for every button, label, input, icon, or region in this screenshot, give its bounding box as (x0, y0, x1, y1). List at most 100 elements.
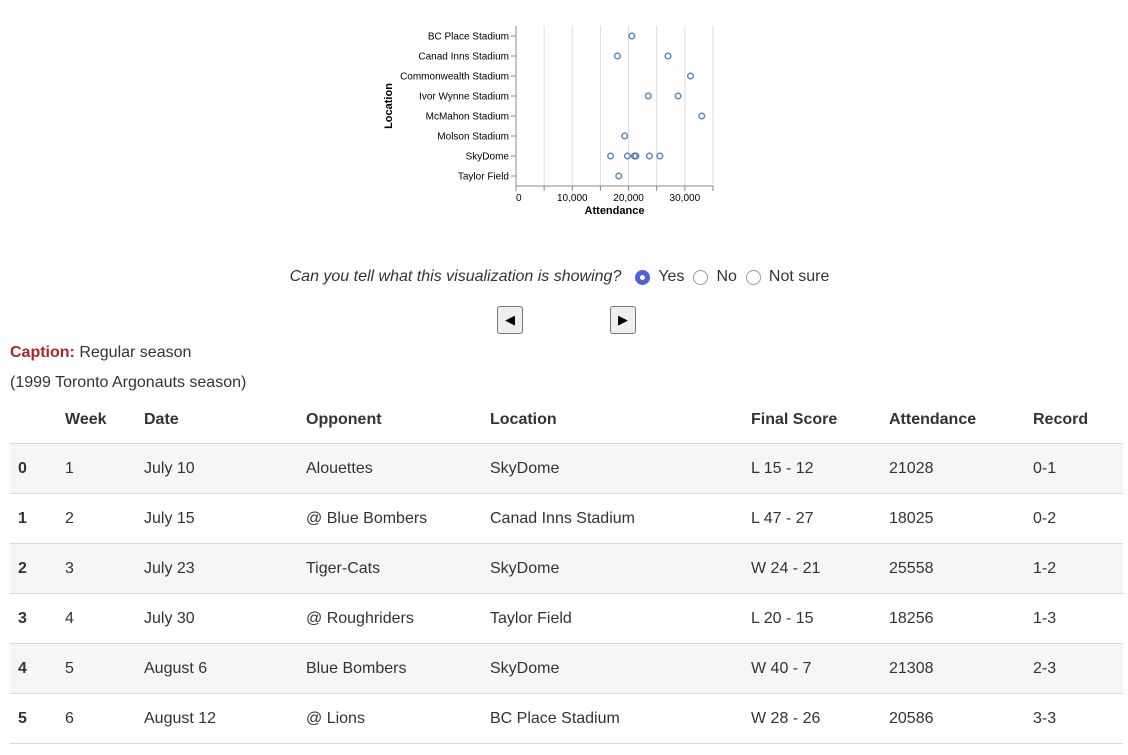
radio-option-not-sure[interactable]: Not sure (745, 268, 830, 286)
column-header-final-score: Final Score (751, 396, 889, 444)
cell-record: 0-1 (1033, 443, 1123, 494)
cell-week: 5 (65, 643, 144, 694)
radio-option-no[interactable]: No (693, 268, 737, 286)
question-row: Can you tell what this visualization is … (0, 264, 1128, 290)
chart-point (674, 92, 682, 100)
cell-final-score: L 15 - 12 (751, 443, 889, 494)
chart-point (698, 112, 706, 120)
data-table: Week Date Opponent Location Final Score … (10, 396, 1123, 744)
cell-opponent: @ Blue Bombers (306, 493, 490, 544)
table-header-row: Week Date Opponent Location Final Score … (10, 396, 1123, 444)
chart-point (656, 152, 664, 160)
cell-location: SkyDome (490, 543, 751, 594)
chart-point (664, 52, 672, 60)
radio-no-label: No (716, 268, 737, 285)
chart-y-tick-label: Commonwealth Stadium (400, 72, 509, 83)
cell-location: Canad Inns Stadium (490, 493, 751, 544)
cell-final-score: W 40 - 7 (751, 643, 889, 694)
cell-attendance: 21028 (889, 443, 1033, 494)
page: BC Place Stadium Canad Inns Stadium Common… (0, 0, 1128, 755)
chart-y-tick-label: McMahon Stadium (426, 112, 509, 123)
chart-point (621, 132, 629, 140)
cell-opponent: Blue Bombers (306, 643, 490, 694)
radio-not-sure-button[interactable] (745, 269, 761, 285)
cell-attendance: 18256 (889, 593, 1033, 644)
chart-y-tick-label: Taylor Field (458, 172, 509, 183)
column-header-opponent: Opponent (306, 396, 490, 444)
radio-option-yes[interactable]: Yes (635, 268, 684, 286)
radio-yes-label: Yes (658, 268, 685, 285)
chart-x-tick-label: 30,000 (670, 193, 701, 204)
table-row: 3 4 July 30 @ Roughriders Taylor Field L 20 -… (10, 593, 1123, 644)
cell-opponent: Tiger-Cats (306, 543, 490, 594)
cell-index: 4 (10, 643, 65, 694)
chart-point (623, 152, 632, 160)
cell-final-score: L 47 - 27 (751, 493, 889, 544)
table-row: 5 6 August 12 @ Lions BC Place Stadium W 28 -… (10, 693, 1123, 744)
table-row: 1 2 July 15 @ Blue Bombers Canad Inns Stadiu… (10, 493, 1123, 544)
chart-y-axis-title: Location (383, 83, 395, 129)
cell-index: 1 (10, 493, 65, 544)
radio-yes-button[interactable] (635, 269, 651, 285)
cell-week: 2 (65, 493, 144, 544)
question-text: Can you tell what this visualization is … (289, 268, 622, 285)
cell-week: 3 (65, 543, 144, 594)
chart-point (644, 92, 652, 100)
cell-attendance: 18025 (889, 493, 1033, 544)
column-header-attendance: Attendance (889, 396, 1033, 444)
chart-point (645, 152, 653, 160)
column-header-date: Date (144, 396, 306, 444)
chart-point (606, 152, 615, 160)
cell-week: 4 (65, 593, 144, 644)
cell-location: Taylor Field (490, 593, 751, 644)
next-button[interactable]: ▶ (610, 306, 636, 334)
cell-record: 1-3 (1033, 593, 1123, 644)
radio-no-button[interactable] (693, 269, 709, 285)
cell-date: July 30 (144, 593, 306, 644)
table-row: 4 5 August 6 Blue Bombers SkyDome W 40 - 7 213… (10, 643, 1123, 694)
cell-record: 3-3 (1033, 693, 1123, 744)
cell-location: SkyDome (490, 643, 751, 694)
chart-x-tick-label: 20,000 (613, 193, 644, 204)
column-header-location: Location (490, 396, 751, 444)
caption-subtitle: (1999 Toronto Argonauts season) (10, 374, 247, 391)
column-header-index (10, 396, 65, 444)
cell-index: 3 (10, 593, 65, 644)
caption-text: Regular season (79, 344, 192, 361)
cell-final-score: W 28 - 26 (751, 693, 889, 744)
cell-index: 0 (10, 443, 65, 494)
cell-location: BC Place Stadium (490, 693, 751, 744)
chart-x-tick-label: 10,000 (557, 193, 588, 204)
column-header-record: Record (1033, 396, 1123, 444)
chart-y-tick-label: Canad Inns Stadium (418, 52, 509, 63)
chart-point (628, 32, 636, 40)
cell-date: August 6 (144, 643, 306, 694)
chart-point (613, 52, 622, 60)
caption: Caption: Regular season (10, 344, 191, 362)
attendance-by-location-chart: BC Place Stadium Canad Inns Stadium Common… (370, 18, 730, 228)
radio-not-sure-label: Not sure (768, 268, 830, 285)
cell-record: 2-3 (1033, 643, 1123, 694)
cell-attendance: 20586 (889, 693, 1033, 744)
chart-point (686, 72, 695, 80)
cell-date: July 10 (144, 443, 306, 494)
cell-week: 1 (65, 443, 144, 494)
cell-date: July 15 (144, 493, 306, 544)
cell-index: 5 (10, 693, 65, 744)
chart-y-tick-label: Ivor Wynne Stadium (419, 92, 509, 103)
cell-attendance: 21308 (889, 643, 1033, 694)
chart-x-tick-label: 0 (516, 193, 522, 204)
chart-y-tick-label: Molson Stadium (437, 132, 509, 143)
cell-final-score: L 20 - 15 (751, 593, 889, 644)
chart-y-tick-label: BC Place Stadium (428, 32, 509, 43)
chart-svg: BC Place Stadium Canad Inns Stadium Common… (383, 26, 714, 217)
caption-label: Caption: (10, 344, 75, 361)
cell-week: 6 (65, 693, 144, 744)
chart-point (615, 172, 623, 180)
table-row: 0 1 July 10 Alouettes SkyDome L 15 - 12 21028 0… (10, 443, 1123, 494)
previous-button[interactable]: ◀ (497, 306, 523, 334)
chart-x-axis-title: Attendance (585, 205, 645, 217)
cell-date: August 12 (144, 693, 306, 744)
cell-location: SkyDome (490, 443, 751, 494)
cell-attendance: 25558 (889, 543, 1033, 594)
